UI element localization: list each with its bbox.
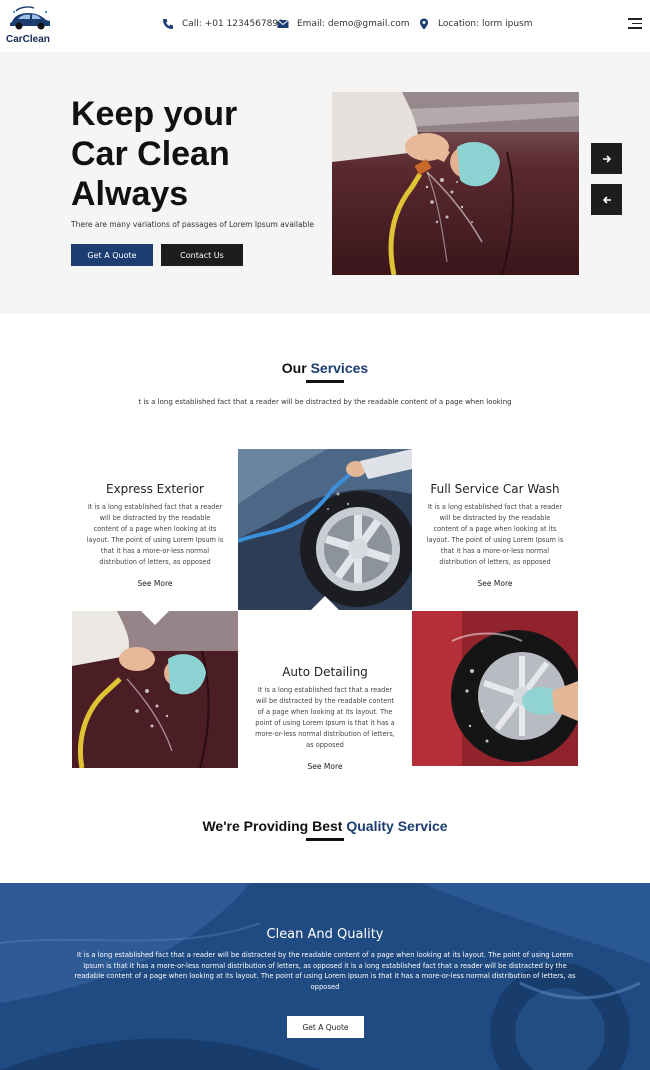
slider-prev-button[interactable] — [591, 184, 622, 215]
service-body: It is a long established fact that a rea… — [426, 503, 564, 566]
car-logo-icon — [10, 6, 50, 30]
hero-car-wash-image — [332, 92, 579, 275]
hamburger-menu-icon[interactable] — [628, 18, 642, 30]
hero-title: Keep your Car Clean Always — [71, 94, 311, 214]
services-heading-underline — [306, 380, 344, 383]
contact-call[interactable]: Call: +01 1234567890 — [162, 18, 284, 30]
services-heading: Our Services — [0, 360, 650, 376]
contact-email[interactable]: Email: demo@gmail.com — [277, 18, 409, 30]
location-text: Location: lorm ipusm — [438, 19, 533, 29]
get-a-quote-button[interactable]: Get A Quote — [71, 244, 153, 266]
quality-banner: Clean And Quality It is a long establish… — [0, 883, 650, 1070]
arrow-right-icon — [602, 154, 611, 163]
services-description: t is a long established fact that a read… — [138, 398, 512, 406]
quality-title: Clean And Quality — [266, 927, 384, 942]
logo[interactable]: CarClean — [4, 6, 58, 46]
service-title: Express Exterior — [106, 482, 204, 496]
contact-us-button[interactable]: Contact Us — [161, 244, 243, 266]
email-text: Email: demo@gmail.com — [297, 19, 410, 29]
services-heading-a: Our — [281, 360, 311, 376]
quality-body: It is a long established fact that a rea… — [74, 951, 576, 992]
phone-icon — [163, 19, 173, 29]
providing-heading-c: Quality Service — [346, 818, 448, 834]
sponge-wash-image — [72, 611, 238, 768]
hero-subtitle: There are many variations of passages of… — [71, 220, 315, 229]
service-title: Full Service Car Wash — [430, 482, 560, 496]
hero-title-line-1: Keep your — [71, 95, 238, 133]
see-more-link[interactable]: See More — [72, 579, 238, 588]
hero-section: Keep your Car Clean Always There are man… — [0, 52, 650, 314]
quality-get-a-quote-button[interactable]: Get A Quote — [287, 1016, 364, 1038]
service-body: It is a long established fact that a rea… — [255, 686, 395, 749]
location-pin-icon — [420, 18, 428, 30]
call-text: Call: +01 1234567890 — [182, 19, 284, 29]
logo-text: CarClean — [6, 34, 50, 45]
service-card-auto-detailing: Auto Detailing It is a long established … — [238, 665, 412, 775]
providing-heading-b: Best — [312, 818, 347, 834]
wheel-spray-image — [238, 449, 412, 610]
service-body: It is a long established fact that a rea… — [86, 503, 224, 566]
providing-heading-underline — [306, 838, 344, 841]
see-more-link[interactable]: See More — [238, 762, 412, 771]
service-card-full-service-car-wash: Full Service Car Wash It is a long estab… — [412, 482, 578, 610]
hero-title-line-3: Always — [71, 175, 189, 213]
providing-heading-a: We're Providing — [202, 818, 313, 834]
providing-heading: We're Providing Best Quality Service — [0, 818, 650, 834]
service-card-express-exterior: Express Exterior It is a long establishe… — [72, 482, 238, 610]
service-title: Auto Detailing — [282, 665, 368, 679]
slider-next-button[interactable] — [591, 143, 622, 174]
contact-location[interactable]: Location: lorm ipusm — [418, 18, 533, 30]
tire-cleaning-image — [412, 611, 578, 766]
services-heading-b: Services — [310, 360, 369, 376]
see-more-link[interactable]: See More — [412, 579, 578, 588]
mail-icon — [277, 19, 289, 28]
hero-title-line-2: Car Clean — [71, 135, 230, 173]
site-header: CarClean Call: +01 1234567890 Email: dem… — [0, 0, 650, 52]
arrow-left-icon — [602, 195, 611, 204]
